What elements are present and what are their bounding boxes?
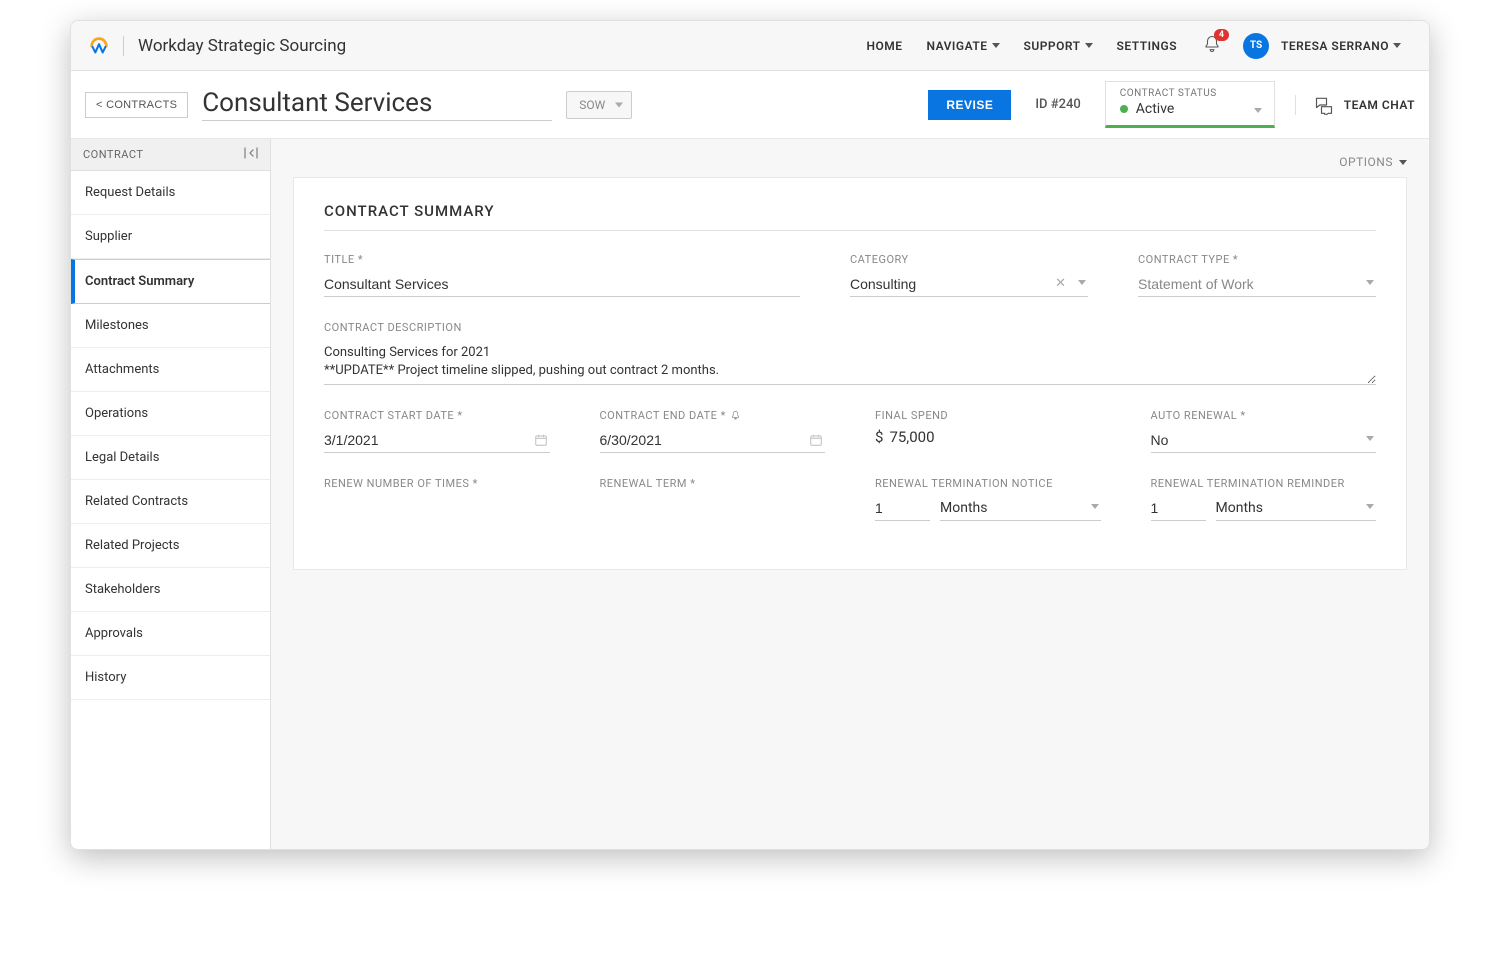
contract-type-label: CONTRACT TYPE * bbox=[1138, 253, 1376, 266]
contract-type-pill-label: SOW bbox=[579, 98, 605, 112]
renew-times-label: RENEW NUMBER OF TIMES * bbox=[324, 477, 550, 490]
app-window: Workday Strategic Sourcing HOME NAVIGATE… bbox=[70, 20, 1430, 850]
termination-reminder-label: RENEWAL TERMINATION REMINDER bbox=[1151, 477, 1377, 490]
sidebar-item-legal-details[interactable]: Legal Details bbox=[71, 436, 270, 480]
sidebar-item-contract-summary[interactable]: Contract Summary bbox=[71, 259, 270, 304]
description-label: CONTRACT DESCRIPTION bbox=[324, 321, 1376, 334]
auto-renewal-label: AUTO RENEWAL * bbox=[1151, 409, 1377, 422]
termination-notice-unit-label: Months bbox=[940, 500, 987, 516]
contract-type-select[interactable] bbox=[1138, 272, 1376, 297]
calendar-icon[interactable] bbox=[809, 432, 823, 451]
back-to-contracts-button[interactable]: < CONTRACTS bbox=[85, 92, 188, 118]
contract-id: ID #240 bbox=[1035, 97, 1080, 112]
team-chat-label: TEAM CHAT bbox=[1344, 98, 1415, 112]
sidebar-item-operations[interactable]: Operations bbox=[71, 392, 270, 436]
contract-summary-card: CONTRACT SUMMARY TITLE * CATEGORY ✕ bbox=[293, 177, 1407, 570]
sidebar-item-request-details[interactable]: Request Details bbox=[71, 171, 270, 215]
options-label: OPTIONS bbox=[1339, 155, 1393, 169]
sidebar-item-supplier[interactable]: Supplier bbox=[71, 215, 270, 259]
page-title[interactable]: Consultant Services bbox=[202, 88, 552, 121]
termination-reminder-value-input[interactable] bbox=[1151, 496, 1206, 521]
chevron-down-icon bbox=[1366, 436, 1374, 441]
nav-navigate[interactable]: NAVIGATE bbox=[927, 39, 1000, 53]
sidebar-collapse-icon[interactable] bbox=[244, 147, 258, 162]
team-chat-button[interactable]: TEAM CHAT bbox=[1295, 95, 1415, 115]
user-avatar[interactable]: TS bbox=[1243, 33, 1269, 59]
chevron-down-icon bbox=[615, 102, 623, 107]
sidebar-item-milestones[interactable]: Milestones bbox=[71, 304, 270, 348]
chat-icon bbox=[1314, 95, 1334, 115]
notifications-button[interactable]: 4 bbox=[1203, 35, 1221, 57]
contract-status-select[interactable]: CONTRACT STATUS Active bbox=[1105, 81, 1275, 128]
title-input[interactable] bbox=[324, 272, 800, 297]
main-content: OPTIONS CONTRACT SUMMARY TITLE * CATEGOR… bbox=[271, 139, 1429, 849]
start-date-input[interactable] bbox=[324, 428, 550, 453]
user-menu[interactable]: TERESA SERRANO bbox=[1281, 39, 1401, 53]
card-title: CONTRACT SUMMARY bbox=[324, 202, 1376, 231]
body: CONTRACT Request DetailsSupplierContract… bbox=[71, 139, 1429, 849]
top-nav: Workday Strategic Sourcing HOME NAVIGATE… bbox=[71, 21, 1429, 71]
sidebar-header: CONTRACT bbox=[71, 139, 270, 171]
termination-reminder-unit-select[interactable]: Months bbox=[1216, 496, 1377, 521]
contract-status-label: CONTRACT STATUS bbox=[1120, 88, 1260, 99]
title-label: TITLE * bbox=[324, 253, 800, 266]
calendar-icon[interactable] bbox=[534, 432, 548, 451]
revise-button[interactable]: REVISE bbox=[928, 90, 1011, 120]
end-date-input[interactable] bbox=[600, 428, 826, 453]
options-menu[interactable]: OPTIONS bbox=[293, 155, 1407, 169]
end-date-label: CONTRACT END DATE * bbox=[600, 409, 826, 422]
nav-navigate-label: NAVIGATE bbox=[927, 39, 988, 53]
start-date-label: CONTRACT START DATE * bbox=[324, 409, 550, 422]
sidebar: CONTRACT Request DetailsSupplierContract… bbox=[71, 139, 271, 849]
description-textarea[interactable] bbox=[324, 340, 1376, 385]
notification-badge: 4 bbox=[1214, 29, 1229, 41]
clear-category-icon[interactable]: ✕ bbox=[1055, 276, 1066, 291]
sub-header: < CONTRACTS Consultant Services SOW REVI… bbox=[71, 71, 1429, 139]
bell-icon bbox=[730, 410, 741, 421]
workday-logo-icon bbox=[87, 34, 111, 58]
termination-reminder-unit-label: Months bbox=[1216, 500, 1263, 516]
contract-type-pill-select[interactable]: SOW bbox=[566, 91, 632, 119]
sidebar-item-stakeholders[interactable]: Stakeholders bbox=[71, 568, 270, 612]
final-spend-label: FINAL SPEND bbox=[875, 409, 1101, 422]
termination-notice-unit-select[interactable]: Months bbox=[940, 496, 1101, 521]
termination-notice-label: RENEWAL TERMINATION NOTICE bbox=[875, 477, 1101, 490]
sidebar-item-related-contracts[interactable]: Related Contracts bbox=[71, 480, 270, 524]
chevron-down-icon bbox=[1254, 108, 1262, 113]
sidebar-header-label: CONTRACT bbox=[83, 148, 143, 161]
contract-status-value: Active bbox=[1136, 101, 1175, 117]
final-spend-value: $ 75,000 bbox=[875, 428, 1101, 446]
auto-renewal-select[interactable] bbox=[1151, 428, 1377, 453]
nav-settings[interactable]: SETTINGS bbox=[1117, 39, 1178, 53]
sidebar-item-related-projects[interactable]: Related Projects bbox=[71, 524, 270, 568]
sidebar-item-approvals[interactable]: Approvals bbox=[71, 612, 270, 656]
sidebar-item-attachments[interactable]: Attachments bbox=[71, 348, 270, 392]
chevron-down-icon bbox=[1078, 280, 1086, 285]
user-name-label: TERESA SERRANO bbox=[1281, 39, 1389, 53]
category-label: CATEGORY bbox=[850, 253, 1088, 266]
chevron-down-icon bbox=[1399, 160, 1407, 165]
chevron-down-icon bbox=[992, 43, 1000, 48]
category-select[interactable] bbox=[850, 272, 1088, 297]
sidebar-item-history[interactable]: History bbox=[71, 656, 270, 700]
renewal-term-label: RENEWAL TERM * bbox=[600, 477, 826, 490]
nav-support[interactable]: SUPPORT bbox=[1024, 39, 1093, 53]
chevron-down-icon bbox=[1366, 504, 1374, 509]
nav-support-label: SUPPORT bbox=[1024, 39, 1081, 53]
status-dot-icon bbox=[1120, 105, 1128, 113]
termination-notice-value-input[interactable] bbox=[875, 496, 930, 521]
chevron-down-icon bbox=[1366, 280, 1374, 285]
chevron-down-icon bbox=[1085, 43, 1093, 48]
chevron-down-icon bbox=[1393, 43, 1401, 48]
chevron-down-icon bbox=[1091, 504, 1099, 509]
brand-title: Workday Strategic Sourcing bbox=[123, 36, 346, 56]
nav-home-label: HOME bbox=[866, 39, 902, 53]
nav-home[interactable]: HOME bbox=[866, 39, 902, 53]
nav-settings-label: SETTINGS bbox=[1117, 39, 1178, 53]
